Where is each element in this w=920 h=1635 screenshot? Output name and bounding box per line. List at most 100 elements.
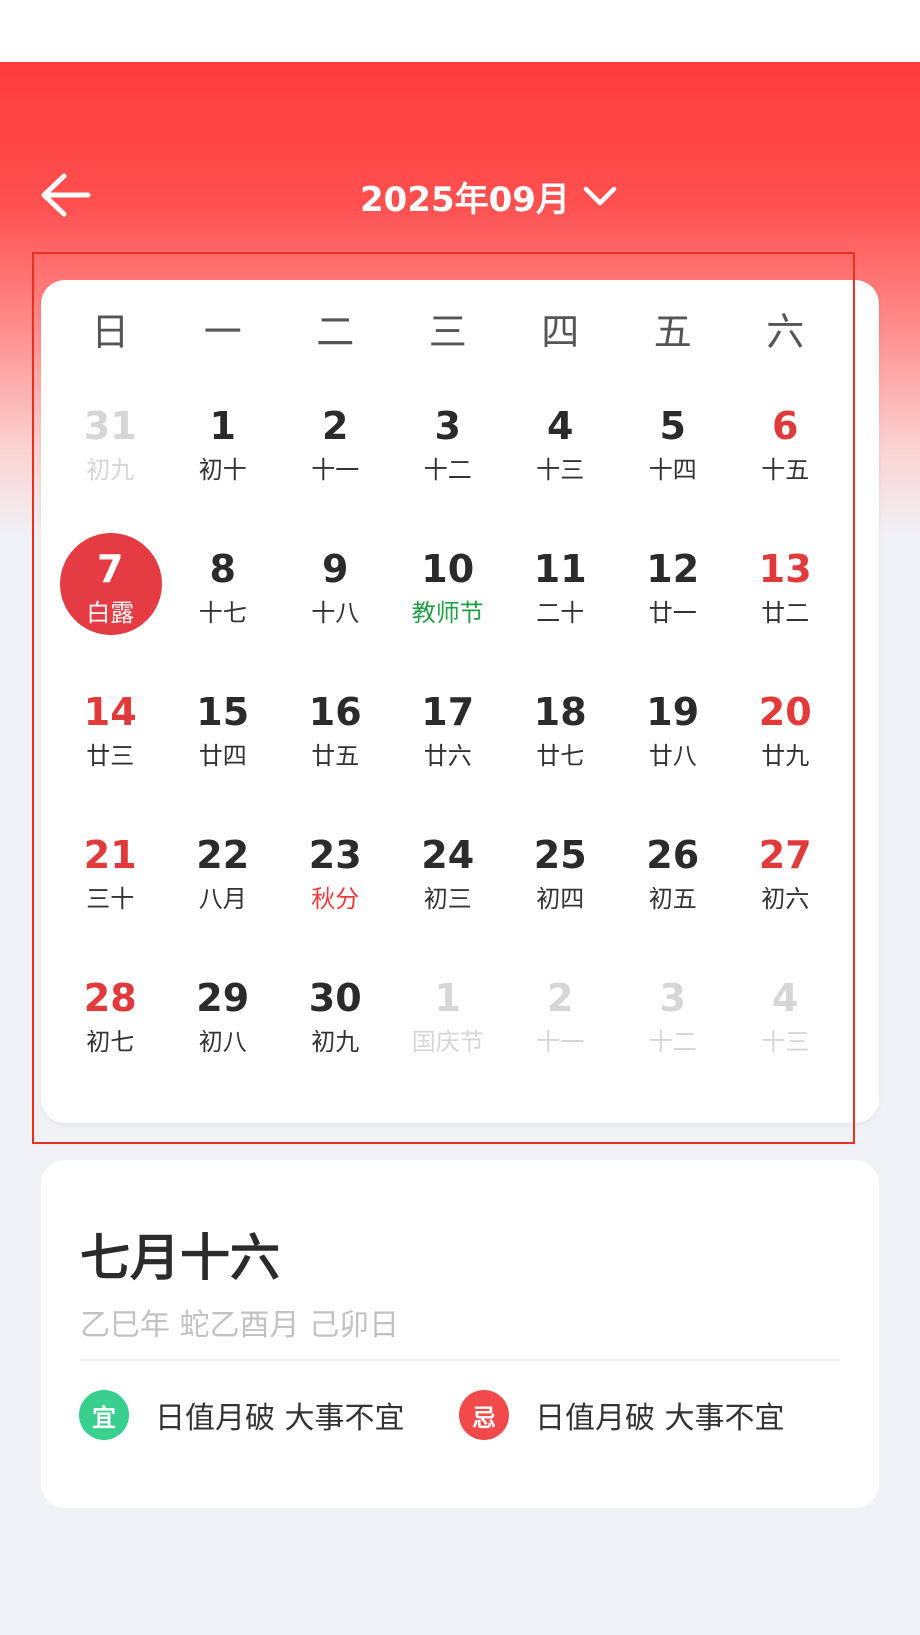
day-detail-card: 七月十六 乙巳年 蛇乙酉月 己卯日 宜 日值月破 大事不宜 忌 日值月破 大事不…	[41, 1160, 879, 1508]
calendar-card: 日 一 二 三 四 五 六 31 初九 1 初十 2 十一 3 十二 4 十三 5 十四 6 十五 7 白露 8…	[41, 280, 879, 1123]
day-cell-selected[interactable]: 7 白露	[54, 528, 167, 671]
day-cell[interactable]: 11 二十	[504, 528, 617, 671]
back-arrow-icon[interactable]	[40, 172, 92, 218]
day-number: 29	[196, 976, 250, 1020]
day-number: 11	[533, 547, 587, 591]
weekday-sat: 六	[766, 310, 805, 354]
day-cell[interactable]: 9 十八	[279, 528, 392, 671]
lunar-label: 初三	[423, 885, 472, 913]
day-number: 13	[758, 547, 812, 591]
day-number: 21	[83, 833, 137, 877]
day-number: 24	[421, 833, 475, 877]
day-cell[interactable]: 5 十四	[617, 385, 730, 528]
yi-badge: 宜	[79, 1390, 129, 1440]
day-cell[interactable]: 2 十一	[504, 957, 617, 1100]
ganzhi-text: 乙巳年 蛇乙酉月 己卯日	[80, 1308, 400, 1343]
day-number: 12	[646, 547, 700, 591]
lunar-label: 白露	[86, 599, 135, 627]
lunar-label: 二十	[536, 599, 585, 627]
day-cell[interactable]: 3 十二	[392, 385, 505, 528]
day-cell[interactable]: 30 初九	[279, 957, 392, 1100]
lunar-label: 廿一	[648, 599, 697, 627]
weekday-mon: 一	[203, 310, 242, 354]
day-cell[interactable]: 27 初六	[729, 814, 842, 957]
day-cell[interactable]: 19 廿八	[617, 671, 730, 814]
day-cell[interactable]: 10 教师节	[392, 528, 505, 671]
yi-row: 宜 日值月破 大事不宜	[79, 1390, 405, 1440]
day-cell[interactable]: 6 十五	[729, 385, 842, 528]
day-number: 8	[209, 547, 236, 591]
day-number: 18	[533, 690, 587, 734]
lunar-label: 十一	[536, 1028, 585, 1056]
weekday-tue: 二	[316, 310, 355, 354]
day-grid: 31 初九 1 初十 2 十一 3 十二 4 十三 5 十四 6 十五 7 白露 8 十七 9 十八 10 教师节 11 二十…	[54, 385, 842, 1100]
day-cell[interactable]: 21 三十	[54, 814, 167, 957]
day-cell[interactable]: 4 十三	[504, 385, 617, 528]
day-cell[interactable]: 28 初七	[54, 957, 167, 1100]
day-cell[interactable]: 18 廿七	[504, 671, 617, 814]
day-number: 28	[83, 976, 137, 1020]
day-cell[interactable]: 2 十一	[279, 385, 392, 528]
lunar-label: 初九	[86, 456, 135, 484]
day-cell[interactable]: 16 廿五	[279, 671, 392, 814]
lunar-label: 初四	[536, 885, 585, 913]
day-number: 30	[308, 976, 362, 1020]
day-cell[interactable]: 23 秋分	[279, 814, 392, 957]
lunar-label: 廿五	[311, 742, 360, 770]
day-cell[interactable]: 26 初五	[617, 814, 730, 957]
day-number: 1	[209, 404, 236, 448]
lunar-label: 十七	[198, 599, 247, 627]
lunar-label: 初六	[761, 885, 810, 913]
day-number: 3	[659, 976, 686, 1020]
lunar-label: 秋分	[311, 885, 360, 913]
day-number: 16	[308, 690, 362, 734]
day-cell[interactable]: 1 初十	[167, 385, 280, 528]
day-cell[interactable]: 17 廿六	[392, 671, 505, 814]
lunar-label: 廿八	[648, 742, 697, 770]
day-cell[interactable]: 3 十二	[617, 957, 730, 1100]
day-number: 14	[83, 690, 137, 734]
day-number: 9	[322, 547, 349, 591]
lunar-label: 初八	[198, 1028, 247, 1056]
day-number: 5	[659, 404, 686, 448]
day-number: 1	[434, 976, 461, 1020]
day-number: 20	[758, 690, 812, 734]
month-label: 2025年09月	[360, 179, 570, 220]
day-cell[interactable]: 24 初三	[392, 814, 505, 957]
day-number: 4	[772, 976, 799, 1020]
lunar-label: 廿九	[761, 742, 810, 770]
month-selector[interactable]: 2025年09月	[360, 170, 618, 222]
day-cell[interactable]: 12 廿一	[617, 528, 730, 671]
lunar-label: 十四	[648, 456, 697, 484]
weekday-thu: 四	[541, 310, 580, 354]
lunar-label: 廿六	[423, 742, 472, 770]
day-number: 6	[772, 404, 799, 448]
day-number: 19	[646, 690, 700, 734]
day-cell[interactable]: 4 十三	[729, 957, 842, 1100]
day-cell[interactable]: 29 初八	[167, 957, 280, 1100]
day-cell[interactable]: 14 廿三	[54, 671, 167, 814]
lunar-label: 八月	[198, 885, 247, 913]
day-cell[interactable]: 25 初四	[504, 814, 617, 957]
chevron-down-icon	[583, 186, 617, 206]
day-cell[interactable]: 22 八月	[167, 814, 280, 957]
weekday-wed: 三	[428, 310, 467, 354]
lunar-label: 十二	[648, 1028, 697, 1056]
day-cell[interactable]: 13 廿二	[729, 528, 842, 671]
day-cell[interactable]: 8 十七	[167, 528, 280, 671]
lunar-label: 教师节	[411, 599, 484, 627]
lunar-label: 国庆节	[411, 1028, 484, 1056]
day-cell[interactable]: 15 廿四	[167, 671, 280, 814]
day-number: 3	[434, 404, 461, 448]
lunar-label: 三十	[86, 885, 135, 913]
day-cell[interactable]: 31 初九	[54, 385, 167, 528]
day-cell[interactable]: 20 廿九	[729, 671, 842, 814]
day-number: 2	[547, 976, 574, 1020]
day-number: 31	[83, 404, 137, 448]
day-number: 22	[196, 833, 250, 877]
weekday-sun: 日	[91, 310, 130, 354]
day-cell[interactable]: 1 国庆节	[392, 957, 505, 1100]
day-number: 17	[421, 690, 475, 734]
lunar-label: 十八	[311, 599, 360, 627]
day-number: 4	[547, 404, 574, 448]
